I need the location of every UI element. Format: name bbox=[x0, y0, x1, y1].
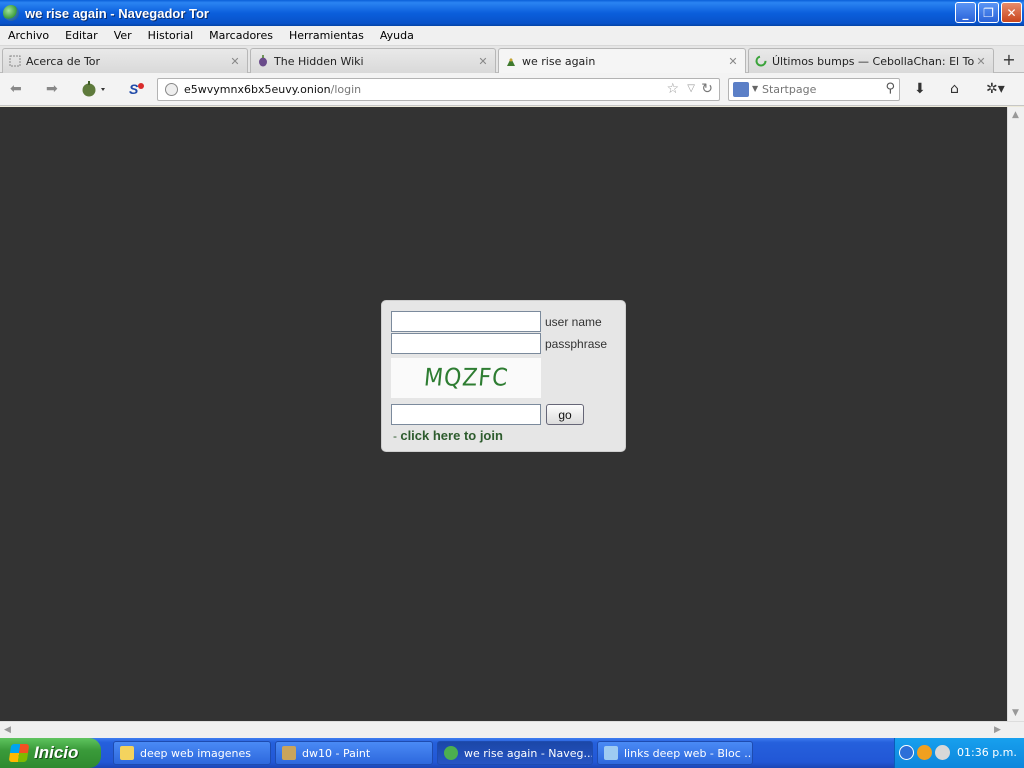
taskbar-item-label: links deep web - Bloc ... bbox=[624, 746, 752, 760]
taskbar-item-label: we rise again - Naveg... bbox=[464, 746, 592, 760]
taskbar-item-label: deep web imagenes bbox=[140, 746, 251, 760]
notepad-icon bbox=[604, 746, 618, 760]
menu-ayuda[interactable]: Ayuda bbox=[372, 29, 422, 42]
history-dropdown-icon[interactable]: ▽ bbox=[687, 83, 695, 94]
captcha-text: MQZFC bbox=[422, 364, 510, 392]
menu-herramientas[interactable]: Herramientas bbox=[281, 29, 372, 42]
url-text[interactable]: e5wvymnx6bx5euvy.onion/login bbox=[184, 83, 361, 96]
tray-expand-icon[interactable] bbox=[899, 745, 914, 760]
tab-label: we rise again bbox=[522, 55, 596, 68]
taskbar-item-notepad[interactable]: links deep web - Bloc ... bbox=[597, 741, 753, 765]
tor-globe-icon bbox=[3, 5, 19, 21]
tray-network-icon[interactable] bbox=[935, 745, 950, 760]
start-label: Inicio bbox=[34, 743, 79, 762]
tor-button-menu-icon[interactable]: ✲▾ bbox=[986, 81, 1005, 97]
navigation-toolbar: ⬅ ➡ S e5wvymnx6bx5euvy.onion/login ☆ ▽ ↻… bbox=[0, 73, 1024, 106]
username-label: user name bbox=[545, 315, 602, 329]
passphrase-input[interactable] bbox=[391, 333, 541, 354]
menu-editar[interactable]: Editar bbox=[57, 29, 106, 42]
tab-we-rise-again[interactable]: we rise again ✕ bbox=[498, 48, 746, 74]
engine-dropdown-icon[interactable]: ▼ bbox=[752, 84, 758, 93]
blank-page-icon bbox=[9, 55, 21, 67]
menu-historial[interactable]: Historial bbox=[140, 29, 201, 42]
restore-button[interactable]: ❐ bbox=[978, 2, 999, 23]
site-identity-icon[interactable] bbox=[165, 83, 178, 96]
join-row: - click here to join bbox=[393, 428, 503, 443]
tab-cebollachan[interactable]: Últimos bumps — CebollaChan: El Tor-ch..… bbox=[748, 48, 994, 73]
search-bar[interactable]: ▼ ⚲ bbox=[728, 78, 900, 101]
menu-ver[interactable]: Ver bbox=[106, 29, 140, 42]
menu-archivo[interactable]: Archivo bbox=[0, 29, 57, 42]
taskbar-item-folder[interactable]: deep web imagenes bbox=[113, 741, 271, 765]
onion-icon bbox=[259, 55, 267, 67]
taskbar-item-label: dw10 - Paint bbox=[302, 746, 371, 760]
windows-flag-icon bbox=[8, 744, 30, 762]
passphrase-label: passphrase bbox=[545, 337, 608, 351]
tab-bar: Acerca de Tor ✕ The Hidden Wiki ✕ we ris… bbox=[0, 46, 1024, 74]
tab-close-icon[interactable]: ✕ bbox=[229, 55, 241, 68]
tor-globe-icon bbox=[444, 746, 458, 760]
taskbar-item-tor-browser[interactable]: we rise again - Naveg... bbox=[437, 741, 593, 765]
window-controls: _ ❐ ✕ bbox=[955, 2, 1022, 23]
scroll-right-arrow-icon[interactable]: ▶ bbox=[994, 725, 1001, 735]
new-tab-button[interactable]: + bbox=[1000, 50, 1018, 69]
tray-app-icon[interactable] bbox=[917, 745, 932, 760]
start-button[interactable]: Inicio bbox=[0, 738, 101, 768]
forward-arrow-icon[interactable]: ➡ bbox=[46, 81, 58, 97]
tor-onion-button-icon[interactable] bbox=[80, 80, 110, 98]
reload-icon[interactable]: ↻ bbox=[701, 81, 713, 97]
bookmark-star-icon[interactable]: ☆ bbox=[666, 81, 679, 97]
taskbar: Inicio deep web imagenes dw10 - Paint we… bbox=[0, 738, 1024, 768]
search-input[interactable] bbox=[762, 81, 872, 98]
captcha-image: MQZFC bbox=[391, 358, 541, 398]
home-icon[interactable]: ⌂ bbox=[950, 81, 959, 97]
site-favicon-icon bbox=[507, 57, 515, 66]
window-title-bar[interactable]: we rise again - Navegador Tor _ ❐ ✕ bbox=[0, 0, 1024, 26]
folder-icon bbox=[120, 746, 134, 760]
vertical-scrollbar[interactable]: ▲ ▼ bbox=[1007, 107, 1024, 721]
horizontal-scrollbar[interactable]: ◀ ▶ bbox=[0, 721, 1024, 738]
menu-bar: Archivo Editar Ver Historial Marcadores … bbox=[0, 26, 1024, 46]
scroll-left-arrow-icon[interactable]: ◀ bbox=[4, 725, 11, 735]
search-magnifier-icon[interactable]: ⚲ bbox=[885, 81, 895, 96]
tab-close-icon[interactable]: ✕ bbox=[477, 55, 489, 68]
minimize-button[interactable]: _ bbox=[955, 2, 976, 23]
tab-hidden-wiki[interactable]: The Hidden Wiki ✕ bbox=[250, 48, 496, 73]
noscript-icon[interactable]: S bbox=[128, 80, 146, 98]
loading-spinner-icon bbox=[755, 55, 767, 67]
scroll-up-arrow-icon[interactable]: ▲ bbox=[1012, 110, 1019, 120]
tab-label: Acerca de Tor bbox=[26, 54, 101, 68]
downloads-arrow-icon[interactable]: ⬇ bbox=[914, 81, 926, 97]
taskbar-item-paint[interactable]: dw10 - Paint bbox=[275, 741, 433, 765]
back-arrow-icon[interactable]: ⬅ bbox=[10, 81, 22, 97]
login-form: user name passphrase MQZFC go - click he… bbox=[381, 300, 626, 452]
svg-text:S: S bbox=[129, 81, 139, 97]
system-tray: 01:36 p.m. bbox=[894, 738, 1024, 768]
tab-acerca-de-tor[interactable]: Acerca de Tor ✕ bbox=[2, 48, 248, 73]
username-input[interactable] bbox=[391, 311, 541, 332]
tab-close-icon[interactable]: ✕ bbox=[727, 55, 739, 68]
url-bar[interactable]: e5wvymnx6bx5euvy.onion/login ☆ ▽ ↻ bbox=[157, 78, 720, 101]
go-button[interactable]: go bbox=[546, 404, 584, 425]
search-engine-icon[interactable] bbox=[733, 82, 749, 97]
tab-label: Últimos bumps — CebollaChan: El Tor-ch..… bbox=[772, 54, 975, 68]
window-title: we rise again - Navegador Tor bbox=[25, 5, 209, 21]
tab-close-icon[interactable]: ✕ bbox=[975, 55, 987, 68]
paint-icon bbox=[282, 746, 296, 760]
tab-label: The Hidden Wiki bbox=[274, 54, 364, 68]
close-button[interactable]: ✕ bbox=[1001, 2, 1022, 23]
captcha-input[interactable] bbox=[391, 404, 541, 425]
join-link[interactable]: click here to join bbox=[400, 428, 503, 443]
scroll-down-arrow-icon[interactable]: ▼ bbox=[1012, 708, 1019, 718]
menu-marcadores[interactable]: Marcadores bbox=[201, 29, 281, 42]
clock: 01:36 p.m. bbox=[957, 746, 1017, 759]
